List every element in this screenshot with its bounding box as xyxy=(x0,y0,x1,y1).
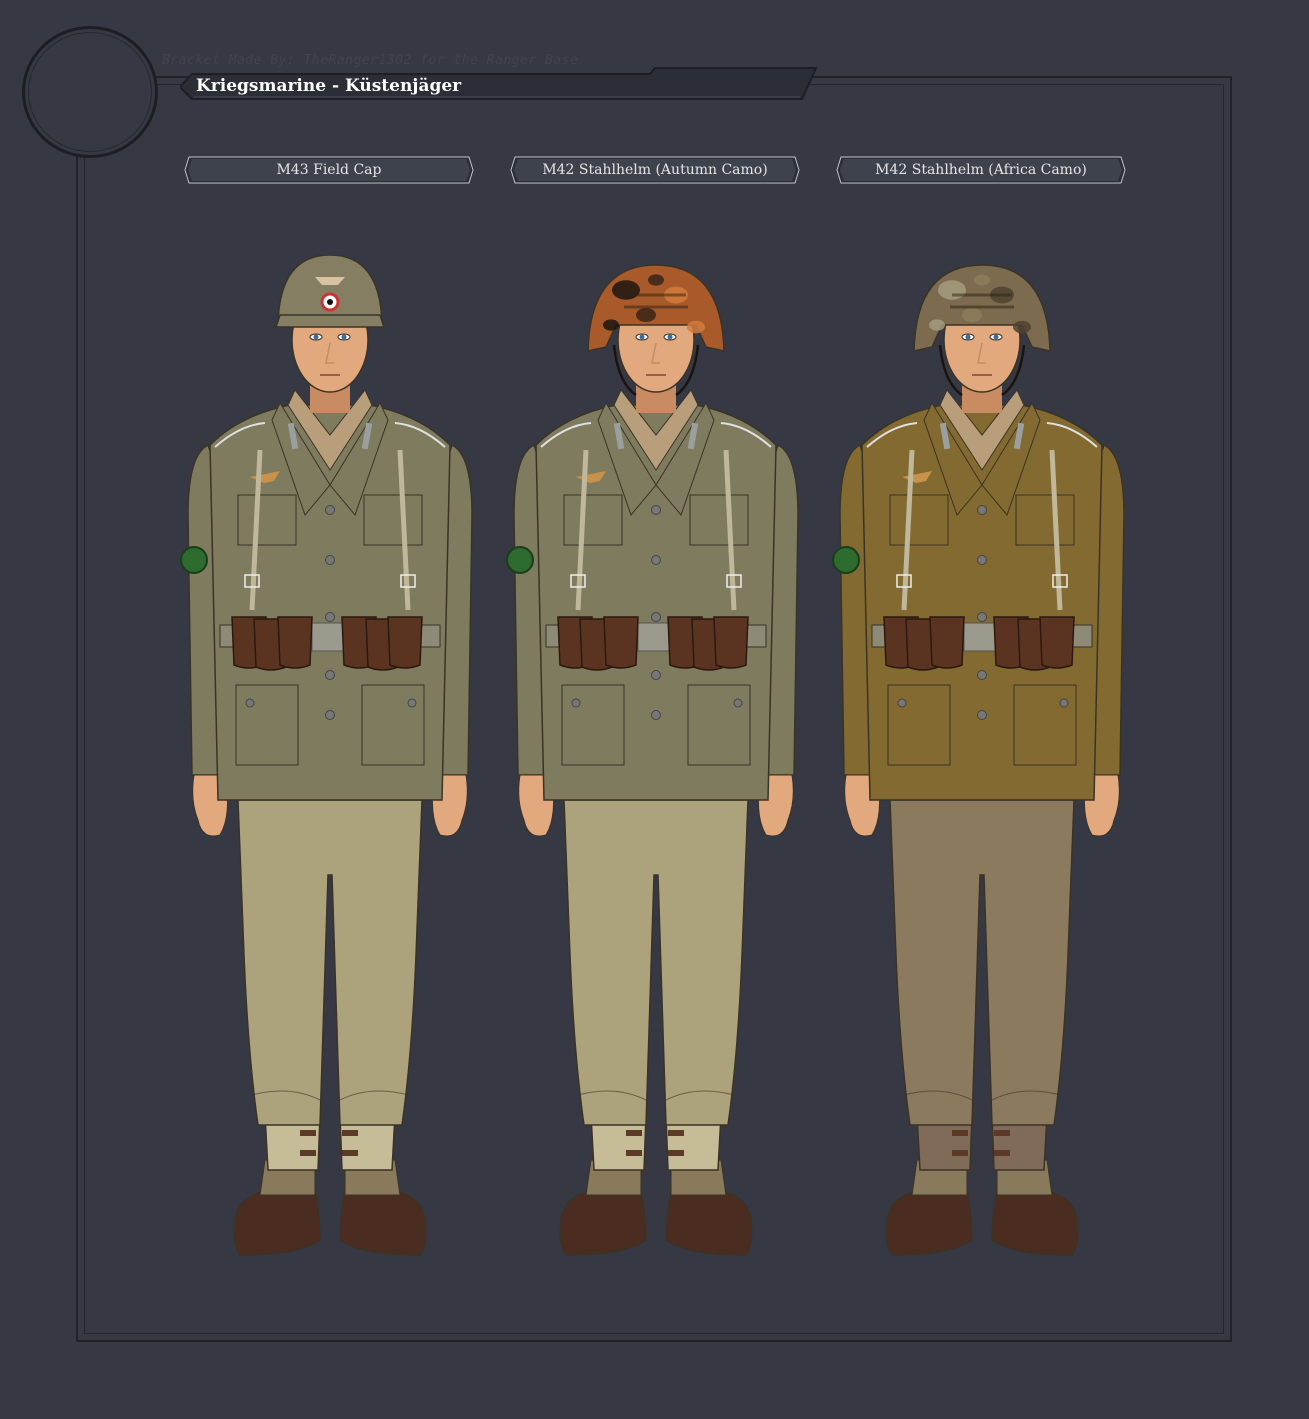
sleeve-badge-icon xyxy=(832,546,860,574)
left-boot xyxy=(885,1189,973,1256)
trousers xyxy=(889,799,1075,1126)
sleeve-badge-icon xyxy=(506,546,534,574)
gaiter-strap xyxy=(994,1150,1010,1156)
pocket-button xyxy=(897,698,907,708)
pocket-button xyxy=(733,698,743,708)
right-hip-pocket xyxy=(361,684,425,766)
label-text: M42 Stahlhelm (Africa Camo) xyxy=(875,162,1087,178)
tunic-button xyxy=(651,612,661,622)
right-iris xyxy=(667,334,673,340)
right-breast-pocket xyxy=(363,494,423,546)
pocket-button xyxy=(407,698,417,708)
tunic-button xyxy=(977,505,987,515)
left-hip-pocket xyxy=(235,684,299,766)
right-hip-pocket xyxy=(1013,684,1077,766)
field-cap-visor xyxy=(274,314,386,328)
sleeve-badge-icon xyxy=(180,546,208,574)
tunic-button xyxy=(977,612,987,622)
left-boot xyxy=(559,1189,647,1256)
helmet-camo-spot xyxy=(929,319,945,331)
gaiter-strap xyxy=(300,1130,316,1136)
helmet-camo-spot xyxy=(603,319,619,331)
trousers xyxy=(237,799,423,1126)
gaiter-strap xyxy=(994,1130,1010,1136)
soldier-figure-field-cap xyxy=(180,255,473,1256)
tunic-button xyxy=(325,710,335,720)
left-hip-pocket xyxy=(561,684,625,766)
gaiter-strap xyxy=(668,1130,684,1136)
tunic-button xyxy=(651,555,661,565)
tunic-button xyxy=(977,555,987,565)
gaiter-strap xyxy=(668,1150,684,1156)
tunic-button xyxy=(325,612,335,622)
gaiter-strap xyxy=(300,1150,316,1156)
helmet-camo-spot xyxy=(612,280,640,300)
gaiter-strap xyxy=(952,1150,968,1156)
helmet-camo-spot xyxy=(974,274,990,286)
field-cap xyxy=(277,255,383,324)
right-iris xyxy=(341,334,347,340)
tunic-button xyxy=(977,670,987,680)
gaiter-strap xyxy=(626,1130,642,1136)
right-boot xyxy=(339,1189,427,1256)
left-breast-pocket xyxy=(237,494,297,546)
ammo-pouch xyxy=(929,616,965,669)
label-field-cap: M43 Field Cap xyxy=(184,156,474,184)
ammo-pouch xyxy=(713,616,749,669)
right-iris xyxy=(993,334,999,340)
emblem-ring-inner xyxy=(28,32,152,152)
right-breast-pocket xyxy=(1015,494,1075,546)
left-boot xyxy=(233,1189,321,1256)
gaiter-strap xyxy=(626,1150,642,1156)
helmet-camo-spot xyxy=(938,280,966,300)
helmet-camo-spot xyxy=(636,308,656,322)
label-autumn-helmet: M42 Stahlhelm (Autumn Camo) xyxy=(510,156,800,184)
left-breast-pocket xyxy=(563,494,623,546)
right-breast-pocket xyxy=(689,494,749,546)
label-text: M43 Field Cap xyxy=(276,162,382,178)
label-africa-helmet: M42 Stahlhelm (Africa Camo) xyxy=(836,156,1126,184)
helmet-camo-spot xyxy=(687,320,705,334)
tunic-button xyxy=(977,710,987,720)
left-hip-pocket xyxy=(887,684,951,766)
soldier-figure-autumn-helmet xyxy=(506,264,799,1256)
right-hip-pocket xyxy=(687,684,751,766)
left-iris xyxy=(965,334,971,340)
tunic-button xyxy=(651,710,661,720)
trousers xyxy=(563,799,749,1126)
gaiter-strap xyxy=(952,1130,968,1136)
ammo-pouch xyxy=(387,616,423,669)
right-boot xyxy=(991,1189,1079,1256)
helmet-camo-spot xyxy=(1013,320,1031,334)
ammo-pouch xyxy=(603,616,639,669)
ammo-pouch xyxy=(1039,616,1075,669)
gaiter-strap xyxy=(342,1150,358,1156)
cockade-center xyxy=(327,299,333,305)
pocket-button xyxy=(1059,698,1069,708)
right-boot xyxy=(665,1189,753,1256)
label-text: M42 Stahlhelm (Autumn Camo) xyxy=(542,162,768,178)
tunic-button xyxy=(325,555,335,565)
left-iris xyxy=(313,334,319,340)
tunic-button xyxy=(651,505,661,515)
ammo-pouch xyxy=(277,616,313,669)
left-iris xyxy=(639,334,645,340)
tunic-button xyxy=(325,670,335,680)
helmet-camo-spot xyxy=(648,274,664,286)
pocket-button xyxy=(245,698,255,708)
left-breast-pocket xyxy=(889,494,949,546)
pocket-button xyxy=(571,698,581,708)
helmet-camo-spot xyxy=(962,308,982,322)
page-title: Kriegsmarine - Küstenjäger xyxy=(196,76,462,96)
tunic-button xyxy=(651,670,661,680)
gaiter-strap xyxy=(342,1130,358,1136)
soldier-figure-africa-helmet xyxy=(832,264,1125,1256)
tunic-button xyxy=(325,505,335,515)
